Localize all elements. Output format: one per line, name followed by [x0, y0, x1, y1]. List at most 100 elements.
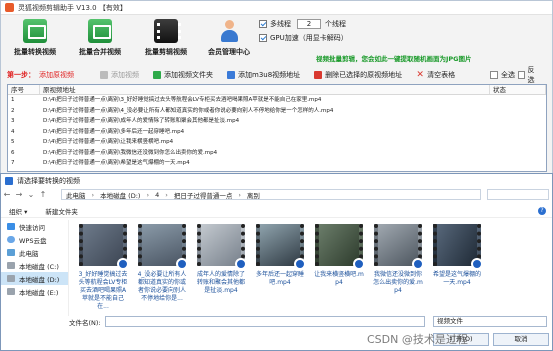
sidebar-item-this-pc[interactable]: 此电脑 [1, 246, 68, 259]
clear-table-button[interactable]: ✕ 清空表格 [416, 70, 455, 80]
col-status[interactable]: 状态 [490, 85, 546, 94]
breadcrumb-item[interactable]: 此电脑 [66, 190, 86, 200]
filename-row: 文件名(N): 视频文件 [1, 315, 552, 329]
file-name: 让我来横竖横吧.mp4 [314, 271, 364, 286]
invert-checkbox[interactable] [518, 70, 525, 79]
table-row[interactable]: 2 D:\4\把日子过得普通一点\离别\4_没必要让所有人都知道真实的你或者你说… [8, 106, 546, 117]
computer-icon [7, 249, 15, 256]
file-item[interactable]: 我微信还没微到你怎么出卖你的爱.mp4 [372, 224, 424, 312]
new-folder-button[interactable]: 新建文件夹 [45, 206, 78, 216]
file-item[interactable]: 让我来横竖横吧.mp4 [313, 224, 365, 312]
add-video-label: 添加视频 [111, 70, 139, 79]
sidebar-item-quick-access[interactable]: 快速访问 [1, 220, 68, 233]
table-row[interactable]: 6 D:\4\把日子过得普通一点\离别\我微信还没微到你怎么出卖你的爱.mp4 [8, 148, 546, 159]
sidebar-item-label: 本地磁盘 (D:) [19, 275, 60, 284]
help-icon[interactable]: ? [538, 207, 546, 215]
clear-table-label: 清空表格 [427, 70, 456, 79]
sidebar-item-label: 本地磁盘 (C:) [19, 262, 59, 271]
breadcrumb-item[interactable]: 本地磁盘 (D:) [100, 190, 140, 200]
search-input[interactable] [487, 189, 549, 200]
chevron-right-icon: › [91, 190, 95, 199]
dialog-title: 请选择要转换的视频 [17, 176, 80, 185]
gpu-checkbox[interactable] [259, 34, 267, 42]
col-path[interactable]: 原视频地址 [40, 85, 490, 94]
file-item[interactable]: 多年后还一起穿睡吧.mp4 [254, 224, 306, 312]
select-all-toggle[interactable]: 全选 [490, 70, 515, 80]
batch-convert-button[interactable]: 批量转换视频 [5, 19, 65, 57]
app-window: 灵狐视频剪辑助手 V13.0 【有效】 批量转换视频 批量合并视频 批量剪辑视频… [0, 0, 553, 176]
up-arrow-icon[interactable]: ↑ [37, 190, 49, 199]
row-path: D:\4\把日子过得普通一点\离别\我微信还没微到你怎么出卖你的爱.mp4 [43, 149, 218, 156]
dialog-icon [5, 176, 13, 185]
filename-input[interactable] [105, 316, 425, 327]
row-status [490, 127, 546, 138]
invert-label: 反选 [527, 65, 535, 84]
file-name: 多年后还一起穿睡吧.mp4 [255, 271, 304, 286]
table-row[interactable]: 5 D:\4\把日子过得普通一点\离别\让我来横竖横吧.mp4 [8, 137, 546, 148]
delete-selected-button[interactable]: 删除已选择的原视频地址 [314, 70, 402, 80]
video-thumbnail [197, 224, 247, 270]
col-no[interactable]: 序号 [8, 85, 40, 94]
file-item[interactable]: 希望是这气爆棚的一天.mp4 [431, 224, 483, 312]
multithread-checkbox[interactable] [259, 20, 267, 28]
open-file-dialog: 请选择要转换的视频 ← → ⌄ ↑ 此电脑 › 本地磁盘 (D:) › 4 › … [0, 173, 553, 351]
select-all-label: 全选 [501, 70, 515, 79]
row-no: 1 [11, 97, 15, 103]
row-path: D:\4\把日子过得普通一点\离别\3_好好睡觉搞过去头等航程会LV专柜买去酒吧… [43, 97, 322, 103]
file-item[interactable]: 3_好好睡觉搞过去头等航程会LV专柜买去酒吧喝果照A苹就是不能自己在... [77, 224, 129, 312]
add-video-button[interactable]: 添加视频 [100, 70, 139, 80]
back-arrow-icon[interactable]: ← [1, 190, 13, 199]
sidebar-item-label: 快速访问 [19, 223, 45, 232]
sidebar-item-wps-cloud[interactable]: WPS云盘 [1, 233, 68, 246]
chevron-down-icon[interactable]: ⌄ [25, 190, 37, 199]
file-grid: 3_好好睡觉搞过去头等航程会LV专柜买去酒吧喝果照A苹就是不能自己在... 4_… [77, 224, 547, 312]
breadcrumb-item[interactable]: 把日子过得普通一点 [174, 190, 233, 200]
member-center-button[interactable]: 会员管理中心 [199, 19, 259, 57]
action-bar: 第一步： 添加原视频 添加视频 添加视频文件夹 添加m3u8视频地址 删除已选择… [1, 66, 552, 84]
video-merge-icon [88, 19, 112, 43]
breadcrumb[interactable]: 此电脑 › 本地磁盘 (D:) › 4 › 把日子过得普通一点 › 离别 [61, 189, 481, 200]
breadcrumb-item[interactable]: 4 [155, 191, 159, 199]
table-row[interactable]: 1 D:\4\把日子过得普通一点\离别\3_好好睡觉搞过去头等航程会LV专柜买去… [8, 95, 546, 106]
forward-arrow-icon[interactable]: → [13, 190, 25, 199]
row-no: 2 [11, 107, 15, 114]
row-path: D:\4\把日子过得普通一点\离别\希望是这气爆棚的一天.mp4 [43, 160, 190, 166]
table-header: 序号 原视频地址 状态 [8, 85, 546, 95]
breadcrumb-item[interactable]: 离别 [247, 190, 260, 200]
gpu-label: GPU加速（用显卡解码） [270, 34, 348, 42]
sidebar-item-drive-e[interactable]: 本地磁盘 (E:) [1, 285, 68, 298]
cancel-button[interactable]: 取消 [493, 333, 549, 346]
row-path: D:\4\把日子过得普通一点\离别\成年人的爱情除了转账和聚会其他都是扯淡.mp… [43, 118, 240, 124]
file-item[interactable]: 4_没必要让所有人都知道真实的你或者你说必要向别人不停地给你是... [136, 224, 188, 312]
file-name: 我微信还没微到你怎么出卖你的爱.mp4 [373, 271, 423, 294]
invert-toggle[interactable]: 反选 [518, 65, 538, 85]
source-table: 序号 原视频地址 状态 1 D:\4\把日子过得普通一点\离别\3_好好睡觉搞过… [7, 84, 547, 172]
video-app-badge-icon [412, 258, 424, 270]
table-row[interactable]: 4 D:\4\把日子过得普通一点\离别\多年后还一起穿睡吧.mp4 [8, 127, 546, 138]
add-m3u8-button[interactable]: 添加m3u8视频地址 [227, 70, 300, 80]
file-item[interactable]: 成年人的爱情除了转账和聚会其他都是扯淡.mp4 [195, 224, 247, 312]
select-all-checkbox[interactable] [490, 70, 498, 79]
add-source-link[interactable]: 添加原视频 [39, 70, 74, 80]
filename-label: 文件名(N): [69, 319, 101, 327]
dialog-buttons: 打开(O) 取消 [1, 332, 552, 348]
chevron-right-icon: › [238, 190, 241, 199]
video-thumbnail [138, 224, 188, 270]
batch-clip-button[interactable]: 批量剪辑视频 [136, 19, 196, 57]
row-status [490, 95, 546, 106]
table-row[interactable]: 3 D:\4\把日子过得普通一点\离别\成年人的爱情除了转账和聚会其他都是扯淡.… [8, 116, 546, 127]
video-app-badge-icon [235, 258, 247, 270]
filetype-select[interactable]: 视频文件 [433, 316, 547, 327]
row-status [490, 116, 546, 127]
video-thumbnail [433, 224, 483, 270]
batch-merge-button[interactable]: 批量合并视频 [70, 19, 130, 57]
table-row[interactable]: 7 D:\4\把日子过得普通一点\离别\希望是这气爆棚的一天.mp4 [8, 158, 546, 169]
add-folder-button[interactable]: 添加视频文件夹 [153, 70, 213, 80]
thread-count-stepper[interactable]: 2 [297, 19, 321, 29]
video-thumbnail [315, 224, 365, 270]
sidebar-item-drive-c[interactable]: 本地磁盘 (C:) [1, 259, 68, 272]
sidebar-item-drive-d[interactable]: 本地磁盘 (D:) [1, 272, 68, 285]
batch-convert-label: 批量转换视频 [14, 48, 56, 56]
organize-button[interactable]: 组织 ▾ [9, 206, 27, 216]
row-status [490, 137, 546, 148]
